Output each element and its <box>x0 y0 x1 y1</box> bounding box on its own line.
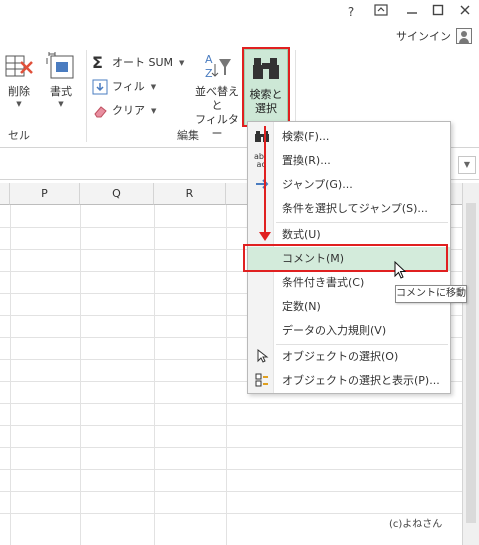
annotation-box <box>242 47 290 127</box>
sigma-icon: Σ <box>92 53 103 72</box>
menu-item-data-validation[interactable]: データの入力規則(V) <box>248 319 450 343</box>
editing-group-label: 編集 <box>177 129 199 142</box>
clear-button[interactable]: クリア ▼ <box>92 101 156 121</box>
fill-label: フィル <box>112 80 145 93</box>
grid-line <box>0 469 462 470</box>
menu-item-label: 検索(F)... <box>282 130 330 143</box>
menu-item-label: データの入力規則(V) <box>282 324 387 337</box>
fill-button[interactable]: フィル ▼ <box>92 77 156 97</box>
mouse-cursor-icon <box>394 261 407 279</box>
autosum-label: オート SUM <box>112 56 174 69</box>
grid-line <box>0 425 462 426</box>
format-label: 書式 <box>50 85 72 98</box>
menu-item-find[interactable]: 検索(F)... <box>248 125 450 149</box>
account-icon[interactable] <box>456 28 472 44</box>
clear-label: クリア <box>112 104 145 117</box>
grid-line <box>0 491 462 492</box>
menu-item-label: オブジェクトの選択(O) <box>282 350 399 363</box>
format-cells-icon <box>46 52 74 79</box>
chevron-down-icon: ▼ <box>151 107 157 115</box>
fill-down-icon <box>92 79 108 95</box>
maximize-icon[interactable] <box>428 2 448 22</box>
group-divider <box>86 50 87 142</box>
sort-label-1: 並べ替えと <box>195 85 239 112</box>
cells-group-label: セル <box>8 129 30 142</box>
tooltip: コメントに移動 <box>395 285 467 303</box>
annotation-arrow <box>264 126 266 233</box>
title-bar: ? <box>0 0 479 24</box>
annotation-arrow-head <box>259 232 271 241</box>
chevron-down-icon: ▼ <box>150 83 157 91</box>
grid-line <box>0 513 462 514</box>
binoculars-icon <box>254 129 270 145</box>
menu-item-label: ジャンプ(G)... <box>282 178 353 191</box>
menu-item-goto-special[interactable]: 条件を選択してジャンプ(S)... <box>248 197 450 221</box>
menu-item-goto[interactable]: ジャンプ(G)... <box>248 173 450 197</box>
grid-line <box>226 205 227 545</box>
close-icon[interactable] <box>455 2 475 22</box>
minimize-icon[interactable] <box>402 2 422 22</box>
ribbon-display-options-icon[interactable] <box>371 2 391 22</box>
menu-item-label: 条件付き書式(C) <box>282 276 365 289</box>
chevron-down-icon: ▼ <box>58 100 64 108</box>
delete-cells-icon <box>5 55 33 77</box>
menu-item-label: 定数(N) <box>282 300 321 313</box>
menu-item-selection-pane[interactable]: オブジェクトの選択と表示(P)... <box>248 369 450 393</box>
annotation-box <box>243 244 448 272</box>
format-button[interactable]: 書式 ▼ <box>44 50 78 109</box>
sort-filter-icon: A Z <box>205 53 231 80</box>
menu-item-label: 置換(R)... <box>282 154 331 167</box>
menu-item-label: 条件を選択してジャンプ(S)... <box>282 202 428 215</box>
grid-line <box>0 447 462 448</box>
help-button[interactable]: ? <box>341 2 361 22</box>
column-header-left[interactable] <box>0 183 10 205</box>
autosum-button[interactable]: Σ オート SUM ▼ <box>92 53 184 73</box>
menu-item-replace[interactable]: ab ac 置換(R)... <box>248 149 450 173</box>
arrow-right-icon <box>254 177 270 193</box>
chevron-down-icon: ▼ <box>179 59 185 67</box>
selection-pane-icon <box>254 373 270 389</box>
copyright-text: (c)よねさん <box>389 519 443 530</box>
menu-item-label: オブジェクトの選択と表示(P)... <box>282 374 440 387</box>
grid-line <box>0 403 462 404</box>
column-header-q[interactable]: Q <box>80 183 154 205</box>
grid-line <box>10 205 11 545</box>
svg-text:A: A <box>205 53 213 66</box>
column-header-r[interactable]: R <box>154 183 226 205</box>
grid-line <box>80 205 81 545</box>
column-header-p[interactable]: P <box>10 183 80 205</box>
replace-icon: ab ac <box>254 152 266 169</box>
delete-button[interactable]: 削除 ▼ <box>2 50 36 109</box>
grid-line <box>154 205 155 545</box>
menu-item-select-objects[interactable]: オブジェクトの選択(O) <box>248 345 450 369</box>
expand-formula-bar-icon[interactable]: ▼ <box>458 156 476 174</box>
eraser-icon <box>92 103 108 119</box>
delete-label: 削除 <box>8 85 30 98</box>
chevron-down-icon: ▼ <box>16 100 22 108</box>
pointer-icon <box>254 348 270 365</box>
scrollbar-thumb[interactable] <box>466 203 476 523</box>
vertical-scrollbar[interactable] <box>462 183 479 545</box>
signin-link[interactable]: サインイン <box>396 28 451 44</box>
